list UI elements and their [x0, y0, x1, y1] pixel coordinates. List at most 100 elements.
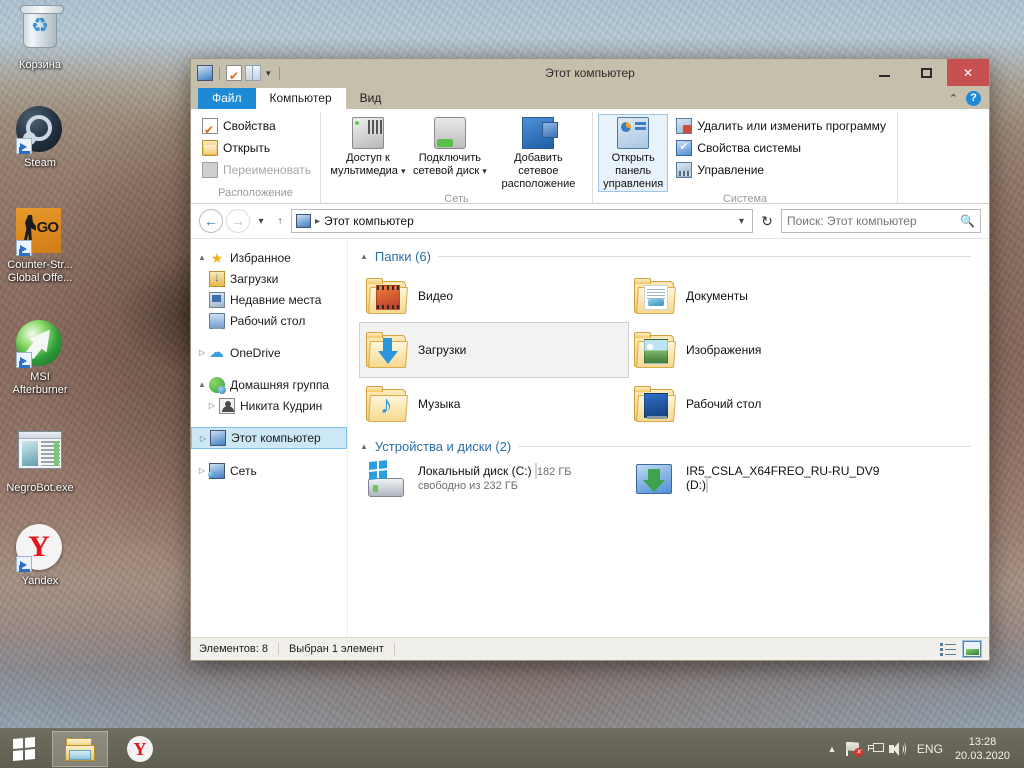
address-bar[interactable]: ▸ Этот компьютер ▾: [291, 209, 753, 233]
view-buttons: [939, 641, 981, 657]
clock[interactable]: 13:28 20.03.2020: [951, 729, 1020, 769]
up-button[interactable]: ↑: [272, 209, 288, 233]
sidebar-item-desktop[interactable]: Рабочий стол: [191, 310, 347, 331]
divider: [438, 256, 971, 257]
chevron-down-icon[interactable]: ▾: [264, 68, 273, 79]
sidebar-item-user[interactable]: ▷ Никита Кудрин: [191, 395, 347, 416]
desktop-icon-msi-afterburner[interactable]: MSI Afterburner: [0, 320, 80, 397]
taskbar-item-yandex[interactable]: [112, 731, 168, 767]
desktop-icon-steam[interactable]: Steam: [0, 106, 80, 170]
list-item[interactable]: IR5_CSLA_X64FREO_RU-RU_DV9 (D:): [628, 459, 896, 515]
sidebar-item-label: Сеть: [230, 464, 257, 478]
breadcrumb[interactable]: Этот компьютер: [324, 214, 414, 228]
command-add-network-location[interactable]: Добавить сетевое расположение: [491, 115, 586, 191]
item-label: Документы: [686, 289, 748, 303]
ribbon-group-location: Свойства Открыть Переименовать Расположе…: [191, 112, 321, 203]
language-indicator[interactable]: ENG: [909, 729, 951, 769]
list-item[interactable]: Видео: [360, 269, 628, 323]
search-box[interactable]: 🔍: [781, 209, 981, 233]
collapse-ribbon-icon[interactable]: ⌃: [949, 92, 958, 105]
volume-icon: [889, 742, 906, 756]
capacity-bar: [706, 477, 708, 493]
details-view-icon[interactable]: [939, 641, 957, 657]
list-item[interactable]: Рабочий стол: [628, 377, 896, 431]
command-system-properties[interactable]: Свойства системы: [671, 137, 891, 159]
forward-button[interactable]: →: [226, 209, 250, 233]
sidebar-item-onedrive[interactable]: ▷ ☁ OneDrive: [191, 342, 347, 363]
chevron-down-icon[interactable]: ▾: [401, 166, 406, 176]
expander-icon[interactable]: ▷: [205, 401, 219, 410]
command-label-line1: Подключить: [419, 152, 481, 165]
sidebar-item-this-pc[interactable]: ▷ Этот компьютер: [191, 427, 347, 449]
address-bar-row: ← → ▾ ↑ ▸ Этот компьютер ▾ ↻ 🔍: [191, 204, 989, 238]
list-item[interactable]: Изображения: [628, 323, 896, 377]
back-button[interactable]: ←: [199, 209, 223, 233]
minimize-button[interactable]: [863, 59, 905, 86]
list-item[interactable]: Загрузки: [360, 323, 628, 377]
new-folder-icon[interactable]: [245, 65, 261, 81]
quick-access-toolbar: ▾: [191, 65, 283, 81]
sidebar-item-homegroup[interactable]: ▲ Домашняя группа: [191, 374, 347, 395]
divider: [518, 446, 971, 447]
help-icon[interactable]: ?: [966, 91, 981, 106]
group-header-folders[interactable]: ▲ Папки (6): [360, 249, 989, 264]
show-hidden-icons-button[interactable]: ▲: [821, 729, 843, 769]
recent-locations-icon[interactable]: ▾: [253, 209, 269, 233]
expander-icon[interactable]: ▲: [360, 252, 368, 261]
group-header-drives[interactable]: ▲ Устройства и диски (2): [360, 439, 989, 454]
desktop-icon-yandex[interactable]: Yandex: [0, 524, 80, 588]
desktop-icon-negrobot[interactable]: NegroBot.exe: [0, 426, 80, 495]
expander-icon[interactable]: ▲: [360, 442, 368, 451]
properties-icon[interactable]: [226, 65, 242, 81]
expander-icon[interactable]: ▲: [195, 380, 209, 389]
windows-logo-icon: [13, 737, 35, 761]
refresh-button[interactable]: ↻: [756, 209, 778, 233]
sidebar-item-favorites[interactable]: ▲ ★ Избранное: [191, 247, 347, 268]
divider: [219, 67, 220, 80]
spacer: [191, 416, 347, 427]
desktop-icon-csgo[interactable]: GO Counter-Str... Global Offe...: [0, 208, 80, 285]
list-item[interactable]: Локальный диск (C:) 182 ГБ свободно из 2…: [360, 459, 628, 515]
desktop-icon-recycle-bin[interactable]: Корзина: [0, 4, 80, 72]
volume-button[interactable]: [887, 729, 909, 769]
chevron-down-icon[interactable]: ▾: [735, 216, 748, 227]
clock-time: 13:28: [955, 735, 1010, 749]
add-network-location-icon: [522, 117, 554, 149]
network-status-button[interactable]: ✕: [843, 729, 865, 769]
tab-file[interactable]: Файл: [198, 88, 256, 109]
ribbon-tab-bar: Файл Компьютер Вид ⌃ ?: [191, 87, 989, 109]
command-uninstall-program[interactable]: Удалить или изменить программу: [671, 115, 891, 137]
close-button[interactable]: ✕: [947, 59, 989, 86]
command-map-network-drive[interactable]: Подключить сетевой диск ▾: [409, 115, 491, 178]
tab-computer[interactable]: Компьютер: [256, 88, 346, 109]
command-media-streaming[interactable]: Доступ к мультимедиа ▾: [327, 115, 409, 178]
homegroup-icon: [209, 377, 225, 393]
sidebar-item-downloads[interactable]: Загрузки: [191, 268, 347, 289]
expander-icon[interactable]: ▷: [196, 434, 210, 443]
content-pane[interactable]: ▲ Папки (6) Видео Документы: [348, 239, 989, 637]
large-icons-view-icon[interactable]: [963, 641, 981, 657]
taskbar-item-file-explorer[interactable]: [52, 731, 108, 767]
list-item[interactable]: Документы: [628, 269, 896, 323]
sidebar-item-recent-places[interactable]: Недавние места: [191, 289, 347, 310]
command-open[interactable]: Открыть: [197, 137, 314, 159]
command-open-control-panel[interactable]: Открыть панель управления: [599, 115, 667, 191]
desktop-icon-label: Yandex: [0, 575, 80, 588]
sidebar-item-network[interactable]: ▷ Сеть: [191, 460, 347, 481]
search-input[interactable]: [787, 214, 960, 228]
chevron-down-icon[interactable]: ▾: [482, 166, 487, 176]
command-computer-management[interactable]: Управление: [671, 159, 891, 181]
expander-icon[interactable]: ▲: [195, 253, 209, 262]
expander-icon[interactable]: ▷: [195, 348, 209, 357]
list-item[interactable]: ♪ Музыка: [360, 377, 628, 431]
expander-icon[interactable]: ▷: [195, 466, 209, 475]
lan-status-button[interactable]: [865, 729, 887, 769]
pc-icon[interactable]: [197, 65, 213, 81]
command-properties[interactable]: Свойства: [197, 115, 314, 137]
tab-view[interactable]: Вид: [346, 88, 396, 109]
item-label: Музыка: [418, 397, 460, 411]
maximize-button[interactable]: [905, 59, 947, 86]
window-title-bar[interactable]: ▾ Этот компьютер ✕: [191, 59, 989, 87]
downloads-folder-icon: [209, 271, 225, 287]
start-button[interactable]: [0, 729, 48, 769]
